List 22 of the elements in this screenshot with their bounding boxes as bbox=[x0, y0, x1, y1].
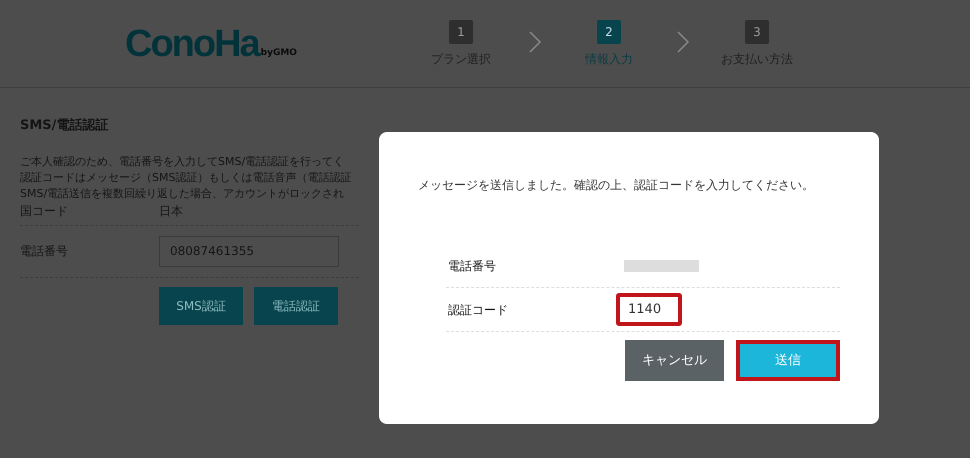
country-value: 日本 bbox=[159, 202, 183, 220]
phone-label: 電話番号 bbox=[20, 243, 69, 260]
logo-byline: byGMO bbox=[260, 47, 297, 60]
description-text: SMS/電話送信を複数回繰り返した場合、アカウントがロックされ bbox=[20, 186, 346, 202]
verify-button[interactable]: 電話認証 bbox=[254, 286, 338, 324]
field-label: 認証コード bbox=[447, 302, 509, 318]
step-label: 情報入力 bbox=[585, 50, 633, 68]
modal-message: メッセージを送信しました。確認の上、認証コードを入力してください。 bbox=[418, 177, 815, 194]
step-number: 1 bbox=[449, 20, 473, 44]
description-text: 認証コードはメッセージ（SMS認証）もしくは電話音声（電話認証 bbox=[20, 170, 352, 186]
step-number: 3 bbox=[745, 20, 769, 44]
description-text: ご本人確認のため、電話番号を入力してSMS/電話認証を行ってく bbox=[20, 154, 346, 170]
cancel-button[interactable]: キャンセル bbox=[625, 340, 724, 381]
country-label: 国コード bbox=[20, 202, 69, 220]
code-input[interactable]: 1140 bbox=[616, 293, 682, 326]
field-label: 電話番号 bbox=[447, 258, 497, 274]
step-number: 2 bbox=[597, 20, 621, 44]
section-title: SMS/電話認証 bbox=[20, 117, 110, 135]
logo-wordmark: ConoHa bbox=[125, 24, 259, 62]
chevron-right-icon bbox=[528, 30, 542, 54]
chevron-right-icon bbox=[676, 30, 690, 54]
verify-button[interactable]: SMS認証 bbox=[159, 286, 243, 324]
